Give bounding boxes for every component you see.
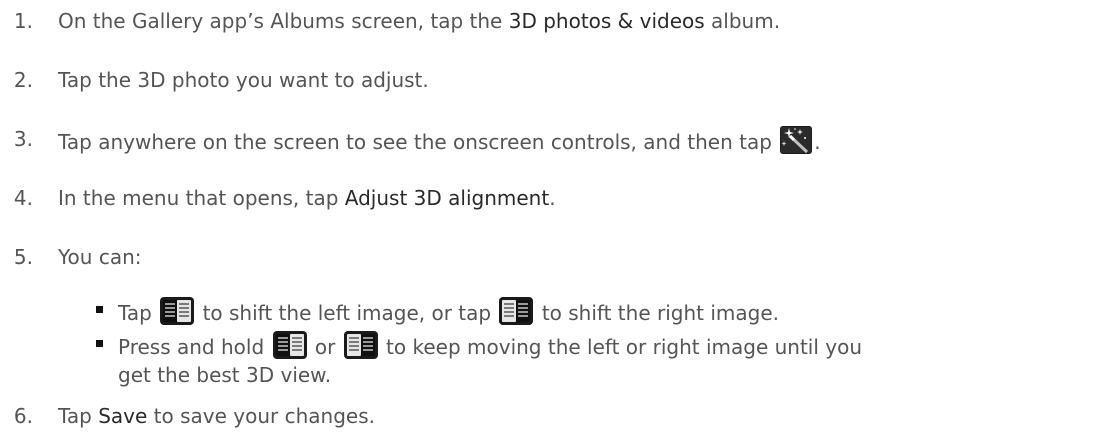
step-5: 5. You can: <box>0 244 142 270</box>
step-text: Tap Save to save your changes. <box>58 403 375 429</box>
step-text-part: . <box>549 186 556 210</box>
bullet-text: get the best 3D view. <box>118 363 332 387</box>
step-number: 4. <box>13 186 33 210</box>
step-text-part: album. <box>704 9 781 33</box>
shift-left-image-icon <box>160 297 195 331</box>
step-text: Tap the 3D photo you want to adjust. <box>58 68 429 92</box>
step-text: In the menu that opens, tap Adjust 3D al… <box>58 185 556 211</box>
step-text-part: to save your changes. <box>147 404 375 428</box>
step-number: 5. <box>13 245 33 269</box>
magic-wand-icon <box>780 126 813 160</box>
album-name: 3D photos & videos <box>508 9 705 33</box>
step-text-part: On the Gallery app’s Albums screen, tap … <box>58 9 509 33</box>
bullet-text: Tap to shift the left image, or tap to s… <box>118 297 779 331</box>
bullet-text-part: Press and hold <box>118 335 271 359</box>
step-text: On the Gallery app’s Albums screen, tap … <box>58 8 780 34</box>
step-6: 6. Tap Save to save your changes. <box>0 403 375 429</box>
bullet-text-part: or <box>308 335 342 359</box>
step-text-part: . <box>814 130 821 154</box>
step-text-part: In the menu that opens, tap <box>58 186 345 210</box>
step-text: Tap anywhere on the screen to see the on… <box>58 126 821 160</box>
step-number: 2. <box>13 68 33 92</box>
bullet-marker <box>96 306 103 313</box>
step-number: 3. <box>13 127 33 151</box>
bullet-text-part: to shift the left image, or tap <box>196 301 498 325</box>
step-number: 6. <box>13 404 33 428</box>
step-text-part: Tap anywhere on the screen to see the on… <box>58 130 779 154</box>
save-label: Save <box>98 404 148 428</box>
shift-right-image-icon <box>499 297 534 331</box>
step-2: 2. Tap the 3D photo you want to adjust. <box>0 67 429 93</box>
step-3: 3. Tap anywhere on the screen to see the… <box>0 126 821 154</box>
step-1: 1. On the Gallery app’s Albums screen, t… <box>0 8 780 34</box>
shift-left-image-icon <box>272 331 307 365</box>
step-4: 4. In the menu that opens, tap Adjust 3D… <box>0 185 556 211</box>
bullet-text: Press and hold or to keep moving the lef… <box>118 331 862 365</box>
bullet-text-part: to shift the right image. <box>535 301 779 325</box>
bullet-marker <box>96 340 103 347</box>
step-number: 1. <box>13 9 33 33</box>
bullet-text-part: to keep moving the left or right image u… <box>379 335 863 359</box>
bullet-text-part: Tap <box>118 301 159 325</box>
shift-right-image-icon <box>343 331 378 365</box>
step-text: You can: <box>58 245 142 269</box>
menu-option-name: Adjust 3D alignment <box>344 186 550 210</box>
step-text-part: Tap <box>58 404 99 428</box>
